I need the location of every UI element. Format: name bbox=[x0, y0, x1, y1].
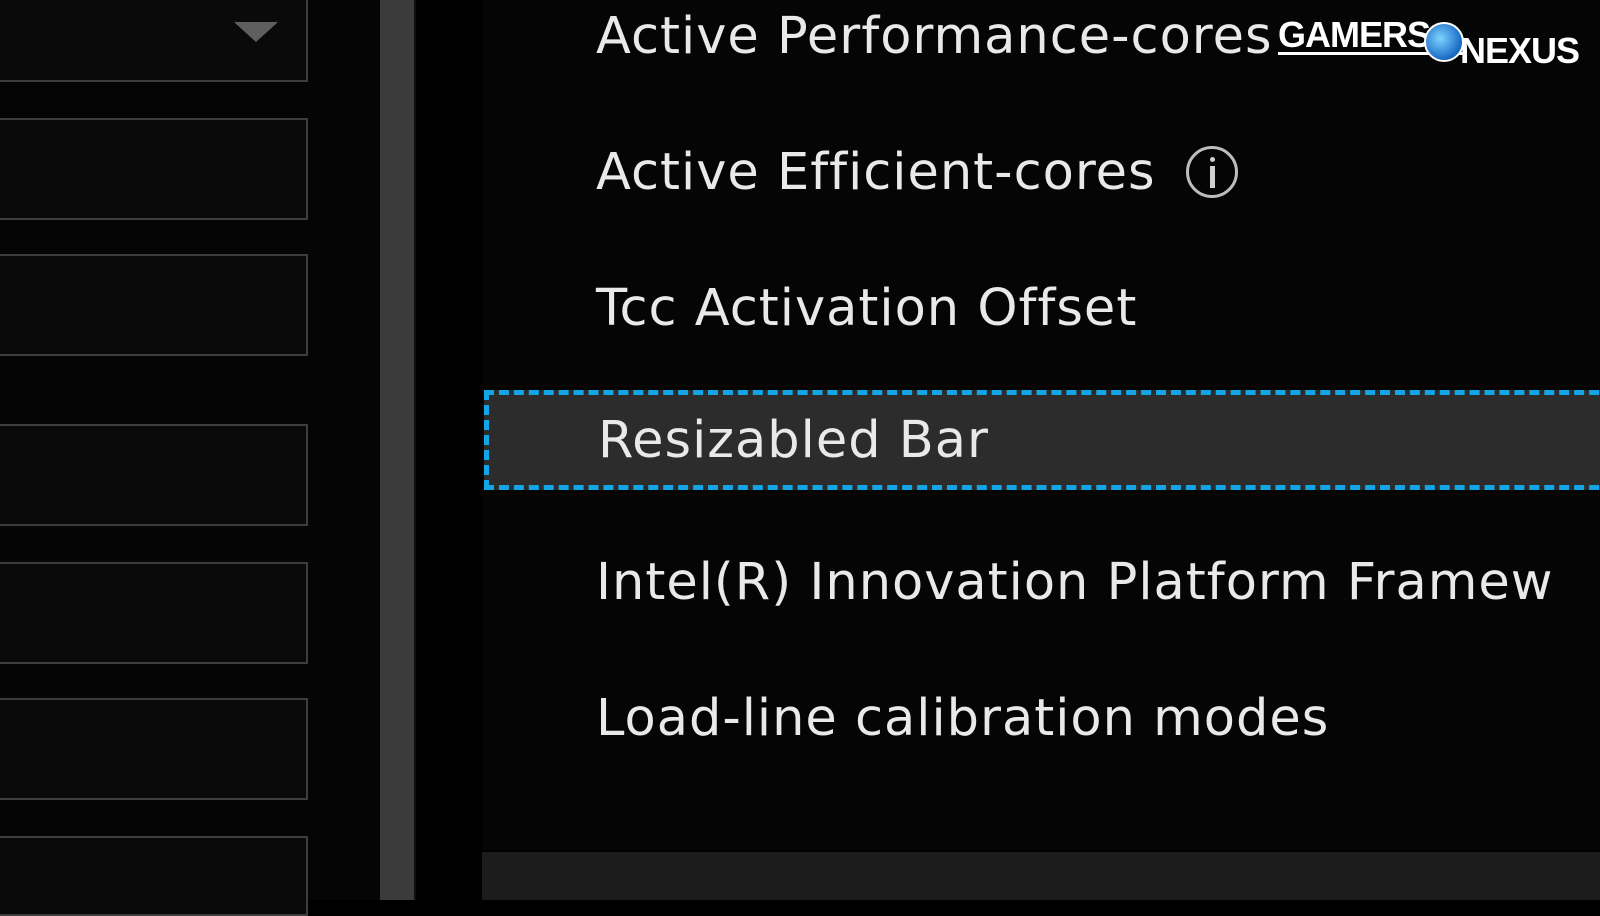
setting-label: Intel(R) Innovation Platform Framew bbox=[596, 552, 1554, 612]
chevron-down-icon[interactable] bbox=[234, 22, 278, 42]
setting-label: Active Performance-cores bbox=[596, 6, 1273, 66]
value-field[interactable] bbox=[0, 254, 308, 356]
logo-text-nexus: NEXUS bbox=[1460, 30, 1580, 71]
value-field[interactable] bbox=[0, 424, 308, 526]
value-field[interactable] bbox=[0, 836, 308, 916]
setting-label: Active Efficient-cores bbox=[596, 142, 1156, 202]
gamers-nexus-logo: GAMERS NEXUS bbox=[1278, 14, 1588, 74]
left-settings-column bbox=[0, 0, 380, 916]
panel-footer bbox=[482, 852, 1600, 900]
setting-item-intel-innovation-platform[interactable]: Intel(R) Innovation Platform Framew bbox=[482, 532, 1600, 632]
globe-icon bbox=[1424, 22, 1464, 62]
dropdown-field[interactable] bbox=[0, 0, 308, 82]
setting-item-active-efficient-cores[interactable]: Active Efficient-cores bbox=[482, 122, 1600, 222]
value-field[interactable] bbox=[0, 698, 308, 800]
setting-item-load-line-calibration[interactable]: Load-line calibration modes bbox=[482, 668, 1600, 768]
setting-label: Load-line calibration modes bbox=[596, 688, 1330, 748]
value-field[interactable] bbox=[0, 562, 308, 664]
setting-label: Resizabled Bar bbox=[598, 410, 989, 470]
logo-text-gamers: GAMERS bbox=[1278, 14, 1431, 55]
value-field[interactable] bbox=[0, 118, 308, 220]
scrollbar-thumb[interactable] bbox=[380, 0, 414, 900]
info-icon[interactable] bbox=[1185, 146, 1238, 198]
setting-item-tcc-activation-offset[interactable]: Tcc Activation Offset bbox=[482, 258, 1600, 358]
setting-item-resizable-bar[interactable]: Resizabled Bar bbox=[484, 390, 1600, 490]
setting-label: Tcc Activation Offset bbox=[596, 278, 1138, 338]
